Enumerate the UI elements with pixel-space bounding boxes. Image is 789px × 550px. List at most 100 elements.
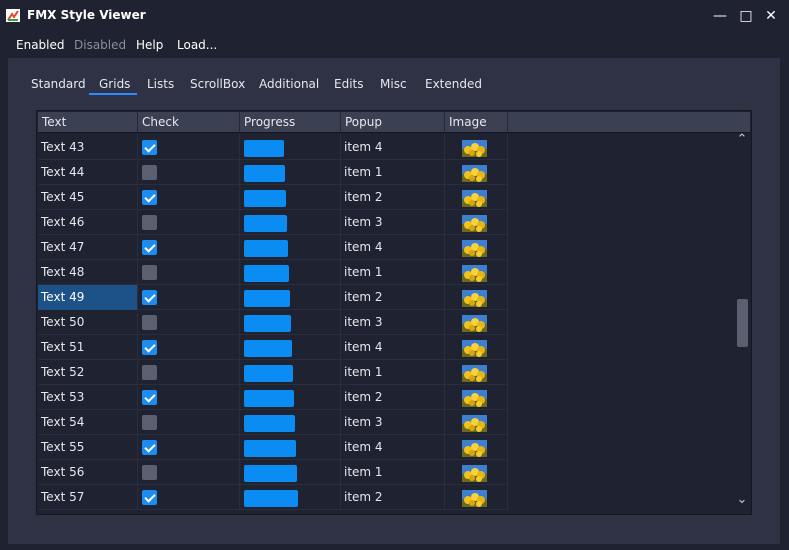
cell-text[interactable]: Text 48 bbox=[38, 260, 138, 285]
progress-bar bbox=[244, 340, 292, 357]
cell-popup[interactable]: item 1 bbox=[341, 160, 445, 185]
cell-popup[interactable]: item 3 bbox=[341, 210, 445, 235]
row-checkbox[interactable] bbox=[142, 165, 157, 180]
column-header-text[interactable]: Text bbox=[38, 112, 138, 133]
cell-popup[interactable]: item 4 bbox=[341, 235, 445, 260]
tab-misc[interactable]: Misc bbox=[380, 77, 407, 91]
cell-popup[interactable]: item 2 bbox=[341, 285, 445, 310]
table-row[interactable]: Text 48 item 1 bbox=[38, 260, 508, 285]
column-header-image[interactable]: Image bbox=[445, 112, 508, 133]
tab-edits[interactable]: Edits bbox=[334, 77, 364, 91]
tab-control: Standard Grids Lists ScrollBox Additiona… bbox=[8, 58, 780, 544]
row-checkbox[interactable] bbox=[142, 240, 157, 255]
table-row[interactable]: Text 54 item 3 bbox=[38, 410, 508, 435]
cell-text[interactable]: Text 44 bbox=[38, 160, 138, 185]
cell-popup[interactable]: item 1 bbox=[341, 260, 445, 285]
tab-additional[interactable]: Additional bbox=[259, 77, 319, 91]
chevron-down-icon[interactable]: ⌄ bbox=[734, 493, 750, 507]
cell-text[interactable]: Text 52 bbox=[38, 360, 138, 385]
table-row[interactable]: Text 47 item 4 bbox=[38, 235, 508, 260]
cell-text[interactable]: Text 53 bbox=[38, 385, 138, 410]
scrollbar-thumb[interactable] bbox=[737, 299, 748, 347]
progress-bar bbox=[244, 190, 286, 207]
menu-bar: Enabled Disabled Help Load... bbox=[0, 32, 789, 58]
cell-text[interactable]: Text 43 bbox=[38, 135, 138, 160]
cell-popup[interactable]: item 3 bbox=[341, 310, 445, 335]
cell-text[interactable]: Text 54 bbox=[38, 410, 138, 435]
minimize-button[interactable]: — bbox=[712, 8, 728, 24]
chevron-up-icon[interactable]: ⌃ bbox=[734, 133, 750, 147]
cell-popup[interactable]: item 3 bbox=[341, 410, 445, 435]
table-row[interactable]: Text 44 item 1 bbox=[38, 160, 508, 185]
data-grid[interactable]: Text Check Progress Popup Image Text 43 i… bbox=[36, 110, 752, 515]
row-checkbox[interactable] bbox=[142, 190, 157, 205]
tab-grids[interactable]: Grids bbox=[99, 77, 130, 91]
progress-bar bbox=[244, 215, 287, 232]
table-row[interactable]: Text 56 item 1 bbox=[38, 460, 508, 485]
cell-popup[interactable]: item 1 bbox=[341, 360, 445, 385]
column-header-check[interactable]: Check bbox=[138, 112, 240, 133]
maximize-button[interactable]: □ bbox=[738, 8, 754, 24]
cell-check bbox=[138, 460, 240, 485]
cell-popup[interactable]: item 2 bbox=[341, 485, 445, 510]
column-header-progress[interactable]: Progress bbox=[240, 112, 341, 133]
cell-check bbox=[138, 260, 240, 285]
cell-text[interactable]: Text 57 bbox=[38, 485, 138, 510]
column-header-popup[interactable]: Popup bbox=[341, 112, 445, 133]
cell-popup[interactable]: item 4 bbox=[341, 435, 445, 460]
progress-fill bbox=[244, 165, 285, 182]
menu-help[interactable]: Help bbox=[136, 38, 163, 52]
menu-enabled[interactable]: Enabled bbox=[16, 38, 65, 52]
progress-bar bbox=[244, 440, 296, 457]
cell-progress bbox=[240, 360, 341, 385]
row-checkbox[interactable] bbox=[142, 215, 157, 230]
cell-text[interactable]: Text 46 bbox=[38, 210, 138, 235]
tab-lists[interactable]: Lists bbox=[147, 77, 174, 91]
yellow-flowers-image-icon bbox=[462, 440, 487, 457]
tab-scrollbox[interactable]: ScrollBox bbox=[190, 77, 245, 91]
cell-popup[interactable]: item 4 bbox=[341, 335, 445, 360]
cell-text[interactable]: Text 51 bbox=[38, 335, 138, 360]
cell-text[interactable]: Text 45 bbox=[38, 185, 138, 210]
table-row[interactable]: Text 55 item 4 bbox=[38, 435, 508, 460]
menu-load[interactable]: Load... bbox=[177, 38, 217, 52]
tab-extended[interactable]: Extended bbox=[425, 77, 482, 91]
cell-text[interactable]: Text 49 bbox=[38, 285, 138, 310]
table-row[interactable]: Text 57 item 2 bbox=[38, 485, 508, 510]
table-row[interactable]: Text 45 item 2 bbox=[38, 185, 508, 210]
table-row[interactable]: Text 43 item 4 bbox=[38, 135, 508, 160]
cell-text[interactable]: Text 50 bbox=[38, 310, 138, 335]
tab-standard[interactable]: Standard bbox=[31, 77, 86, 91]
cell-text[interactable]: Text 55 bbox=[38, 435, 138, 460]
table-row[interactable]: Text 50 item 3 bbox=[38, 310, 508, 335]
table-row[interactable]: Text 52 item 1 bbox=[38, 360, 508, 385]
cell-popup[interactable]: item 1 bbox=[341, 460, 445, 485]
cell-text[interactable]: Text 47 bbox=[38, 235, 138, 260]
cell-image bbox=[445, 310, 508, 335]
row-checkbox[interactable] bbox=[142, 465, 157, 480]
cell-check bbox=[138, 310, 240, 335]
row-checkbox[interactable] bbox=[142, 415, 157, 430]
table-row[interactable]: Text 46 item 3 bbox=[38, 210, 508, 235]
row-checkbox[interactable] bbox=[142, 140, 157, 155]
close-button[interactable]: ✕ bbox=[763, 8, 779, 24]
row-checkbox[interactable] bbox=[142, 340, 157, 355]
row-checkbox[interactable] bbox=[142, 315, 157, 330]
row-checkbox[interactable] bbox=[142, 440, 157, 455]
row-checkbox[interactable] bbox=[142, 290, 157, 305]
cell-check bbox=[138, 435, 240, 460]
row-checkbox[interactable] bbox=[142, 390, 157, 405]
cell-popup[interactable]: item 2 bbox=[341, 185, 445, 210]
cell-text[interactable]: Text 56 bbox=[38, 460, 138, 485]
cell-image bbox=[445, 385, 508, 410]
cell-image bbox=[445, 285, 508, 310]
table-row[interactable]: Text 53 item 2 bbox=[38, 385, 508, 410]
table-row[interactable]: Text 49 item 2 bbox=[38, 285, 508, 310]
table-row[interactable]: Text 51 item 4 bbox=[38, 335, 508, 360]
cell-progress bbox=[240, 485, 341, 510]
row-checkbox[interactable] bbox=[142, 365, 157, 380]
cell-popup[interactable]: item 2 bbox=[341, 385, 445, 410]
row-checkbox[interactable] bbox=[142, 265, 157, 280]
row-checkbox[interactable] bbox=[142, 490, 157, 505]
cell-popup[interactable]: item 4 bbox=[341, 135, 445, 160]
